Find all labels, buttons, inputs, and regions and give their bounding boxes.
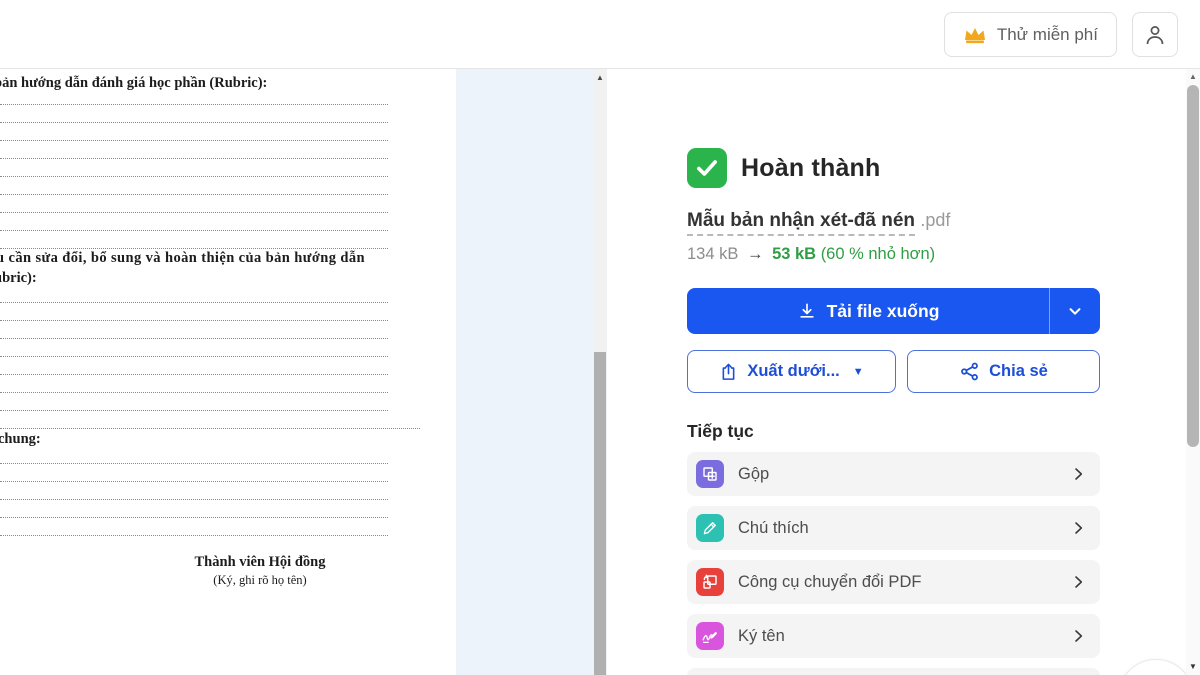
share-label: Chia sẻ — [989, 362, 1048, 381]
share-button[interactable]: Chia sẻ — [907, 350, 1100, 393]
tool-label: Chú thích — [738, 519, 1056, 538]
chevron-right-icon — [1070, 466, 1086, 482]
size-note: (60 % nhỏ hơn) — [821, 245, 935, 263]
scroll-up-icon[interactable]: ▲ — [1186, 70, 1200, 84]
secondary-actions-row: Xuất dưới... ▼ Chia sẻ — [687, 350, 1100, 393]
tool-label: Công cụ chuyển đổi PDF — [738, 573, 1056, 592]
download-label: Tải file xuống — [827, 301, 940, 322]
export-label: Xuất dưới... — [747, 362, 839, 381]
file-size-row: 134 kB → 53 kB (60 % nhỏ hơn) — [687, 245, 935, 264]
tool-label: Gộp — [738, 465, 1056, 484]
export-icon — [719, 362, 738, 382]
chevron-right-icon — [1070, 628, 1086, 644]
tool-row-convert[interactable]: Công cụ chuyển đổi PDF — [687, 560, 1100, 604]
file-extension: .pdf — [920, 210, 950, 230]
doc-signature-title: Thành viên Hội đồng — [130, 554, 390, 571]
annotate-icon — [696, 514, 724, 542]
preview-scrollbar[interactable]: ▲ — [593, 69, 607, 675]
sign-icon — [696, 622, 724, 650]
download-options-button[interactable] — [1050, 288, 1100, 334]
doc-dotted-lines-1 — [0, 87, 388, 249]
help-bubble[interactable] — [1118, 659, 1194, 675]
tool-row-partial[interactable] — [687, 668, 1100, 675]
preview-gutter — [456, 69, 593, 675]
convert-icon — [696, 568, 724, 596]
merge-icon — [696, 460, 724, 488]
page-scrollbar[interactable]: ▲ ▼ — [1186, 69, 1200, 675]
file-name[interactable]: Mẫu bản nhận xét-đã nén — [687, 210, 915, 236]
pdf-preview-page: bản hướng dẫn đánh giá học phần (Rubric)… — [0, 69, 456, 675]
crown-icon — [963, 25, 987, 45]
doc-heading-2-line1: u cần sửa đổi, bổ sung và hoàn thiện của… — [0, 250, 365, 267]
app-window: Thử miễn phí bản hướng dẫn đánh giá học … — [0, 0, 1200, 675]
chevron-down-icon — [1066, 302, 1084, 320]
success-check-icon — [687, 148, 727, 188]
try-free-label: Thử miễn phí — [997, 25, 1098, 45]
size-after: 53 kB — [772, 245, 816, 263]
scroll-up-icon[interactable]: ▲ — [593, 71, 607, 85]
account-button[interactable] — [1132, 12, 1178, 57]
caret-down-icon: ▼ — [853, 366, 864, 378]
page-scrollbar-thumb[interactable] — [1187, 85, 1199, 447]
top-bar: Thử miễn phí — [0, 0, 1200, 69]
tool-row-sign[interactable]: Ký tên — [687, 614, 1100, 658]
continue-heading: Tiếp tục — [687, 421, 754, 442]
doc-dotted-lines-3 — [0, 446, 388, 536]
tool-label: Ký tên — [738, 627, 1056, 646]
size-before: 134 kB — [687, 245, 738, 263]
status-title: Hoàn thành — [741, 154, 881, 183]
chevron-right-icon — [1070, 520, 1086, 536]
download-icon — [797, 301, 817, 321]
export-as-button[interactable]: Xuất dưới... ▼ — [687, 350, 896, 393]
tool-row-merge[interactable]: Gộp — [687, 452, 1100, 496]
try-free-button[interactable]: Thử miễn phí — [944, 12, 1117, 57]
download-button[interactable]: Tải file xuống — [687, 288, 1050, 334]
chevron-right-icon — [1070, 574, 1086, 590]
person-icon — [1143, 23, 1167, 47]
file-row: Mẫu bản nhận xét-đã nén .pdf — [687, 210, 950, 232]
preview-scrollbar-thumb[interactable] — [594, 352, 606, 675]
doc-signature-block: Thành viên Hội đồng (Ký, ghi rõ họ tên) — [130, 554, 390, 588]
scroll-down-icon[interactable]: ▼ — [1186, 660, 1200, 674]
download-split-button: Tải file xuống — [687, 288, 1100, 334]
share-icon — [959, 361, 980, 382]
status-row: Hoàn thành — [687, 148, 881, 188]
tool-row-annotate[interactable]: Chú thích — [687, 506, 1100, 550]
arrow-right-icon: → — [743, 245, 768, 263]
doc-dotted-lines-2 — [0, 285, 420, 429]
doc-signature-subtitle: (Ký, ghi rõ họ tên) — [130, 573, 390, 588]
